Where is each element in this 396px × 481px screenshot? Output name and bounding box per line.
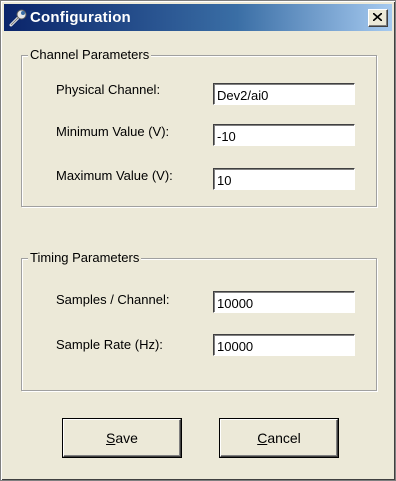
maximum-value-input[interactable] [213,168,355,190]
sample-rate-input[interactable] [213,334,355,356]
configuration-dialog: Configuration Channel Parameters Physica… [0,0,396,481]
minimum-value-label: Minimum Value (V): [56,124,170,139]
samples-per-channel-label: Samples / Channel: [56,292,170,307]
wrench-icon [8,8,28,28]
maximum-value-label: Maximum Value (V): [56,168,173,183]
save-mnemonic: S [106,430,116,446]
save-label-rest: ave [115,430,138,446]
channel-parameters-title: Channel Parameters [28,47,152,62]
timing-parameters-title: Timing Parameters [28,250,142,265]
timing-parameters-group: Timing Parameters [21,250,377,391]
cancel-mnemonic: C [257,430,268,446]
window-title: Configuration [30,9,131,26]
title-bar[interactable]: Configuration [4,4,392,31]
cancel-button[interactable]: Cancel [220,419,338,457]
physical-channel-input[interactable] [213,83,355,105]
cancel-label-rest: ancel [267,430,301,446]
physical-channel-label: Physical Channel: [56,82,161,97]
sample-rate-label: Sample Rate (Hz): [56,337,163,352]
close-button[interactable] [368,9,388,27]
samples-per-channel-input[interactable] [213,291,355,313]
minimum-value-input[interactable] [213,124,355,146]
save-button[interactable]: Save [63,419,181,457]
close-icon [373,13,382,21]
